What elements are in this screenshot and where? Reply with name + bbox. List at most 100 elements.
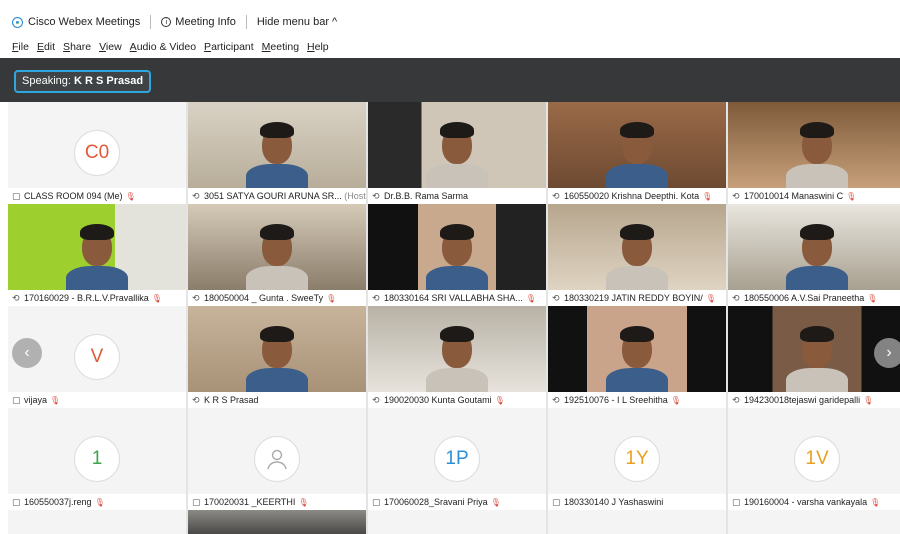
participant-tile[interactable]: 1V ▢ 190160004 - varsha vankayala 🎙 xyxy=(728,408,900,510)
muted-mic-icon: 🎙 xyxy=(490,498,501,507)
participant-name: vijaya xyxy=(24,395,48,405)
menu-view[interactable]: View xyxy=(99,41,122,53)
title-bar: Cisco Webex Meetings i Meeting Info Hide… xyxy=(0,10,900,34)
muted-mic-icon: 🎙 xyxy=(702,192,713,201)
participant-label: ▢ vijaya 🎙 xyxy=(8,392,186,408)
participant-name: 180330164 SRI VALLABHA SHA... xyxy=(384,293,523,303)
audio-connected-icon: ⟲ xyxy=(552,293,560,303)
participant-video xyxy=(548,204,726,296)
audio-connected-icon: ⟲ xyxy=(372,191,380,201)
participant-tile[interactable]: ⟲ 180330164 SRI VALLABHA SHA... 🎙 xyxy=(368,204,546,306)
participant-tile[interactable]: 1 ▢ 160550037j.reng 🎙 xyxy=(8,408,186,510)
person-hair xyxy=(260,122,294,138)
previous-page-icon[interactable]: ‹ xyxy=(12,338,42,368)
muted-mic-icon: 🎙 xyxy=(863,396,874,405)
participant-tile[interactable] xyxy=(8,510,186,534)
menu-bar: File Edit Share View Audio & Video Parti… xyxy=(0,38,900,56)
next-page-icon[interactable]: › xyxy=(874,338,900,368)
participant-tile[interactable]: ▢ 170020031 _KEERTHI 🎙 xyxy=(188,408,366,510)
participant-avatar: 1P xyxy=(434,436,480,482)
menu-edit[interactable]: Edit xyxy=(37,41,55,53)
participant-tile[interactable]: ⟲ 170010014 Manaswini C 🎙 xyxy=(728,102,900,204)
participant-name: 3051 SATYA GOURI ARUNA SR... xyxy=(204,191,342,201)
audio-connected-icon: ⟲ xyxy=(192,395,200,405)
participant-tile[interactable] xyxy=(548,510,726,534)
participant-tile[interactable]: ⟲ 180550006 A.V.Sai Praneetha 🎙 xyxy=(728,204,900,306)
audio-connected-icon: ⟲ xyxy=(192,191,200,201)
participant-name: 170020031 _KEERTHI xyxy=(204,497,296,507)
participant-name: CLASS ROOM 094 (Me) xyxy=(24,191,123,201)
person-hair xyxy=(620,326,654,342)
participant-name: Dr.B.B. Rama Sarma xyxy=(384,191,469,201)
phone-icon: ▢ xyxy=(552,497,561,507)
participant-label: ⟲ K R S Prasad xyxy=(188,392,366,408)
participant-label: ▢ 190160004 - varsha vankayala 🎙 xyxy=(728,494,900,510)
muted-mic-icon: 🎙 xyxy=(494,396,505,405)
participant-video xyxy=(368,204,546,296)
person-hair xyxy=(800,224,834,240)
person-hair xyxy=(260,326,294,342)
participant-label: ⟲ 194230018tejaswi garidepalli 🎙 xyxy=(728,392,900,408)
participant-tile[interactable]: ⟲ 180330219 JATIN REDDY BOYIN/🎙 xyxy=(548,204,726,306)
meeting-info-button[interactable]: i Meeting Info xyxy=(161,16,236,28)
participant-tile[interactable] xyxy=(188,510,366,534)
participant-tile[interactable]: ⟲ 170160029 - B.R.L.V.Pravallika 🎙 xyxy=(8,204,186,306)
person-hair xyxy=(800,122,834,138)
person-hair xyxy=(440,326,474,342)
phone-icon: ▢ xyxy=(12,395,21,405)
audio-connected-icon: ⟲ xyxy=(732,191,740,201)
menu-share[interactable]: Share xyxy=(63,41,91,53)
participant-tile[interactable]: ⟲ 190020030 Kunta Goutami 🎙 xyxy=(368,306,546,408)
participant-label: ⟲ 190020030 Kunta Goutami 🎙 xyxy=(368,392,546,408)
menu-participant[interactable]: Participant xyxy=(204,41,254,53)
person-hair xyxy=(620,122,654,138)
participant-tile[interactable]: ⟲ 160550020 Krishna Deepthi. Kota 🎙 xyxy=(548,102,726,204)
participant-label: ⟲ 192510076 - I L Sreehitha 🎙 xyxy=(548,392,726,408)
participant-label: ▢ CLASS ROOM 094 (Me) 🎙 xyxy=(8,188,186,204)
muted-mic-icon: 🎙 xyxy=(705,294,716,303)
menu-audio-video[interactable]: Audio & Video xyxy=(130,41,196,53)
menu-meeting[interactable]: Meeting xyxy=(262,41,299,53)
participant-video xyxy=(188,306,366,398)
participant-tile[interactable] xyxy=(368,510,546,534)
participant-label: ⟲ Dr.B.B. Rama Sarma xyxy=(368,188,546,204)
participant-avatar: 1V xyxy=(794,436,840,482)
phone-icon: ▢ xyxy=(372,497,381,507)
participant-tile[interactable]: ⟲ Dr.B.B. Rama Sarma xyxy=(368,102,546,204)
muted-mic-icon: 🎙 xyxy=(298,498,309,507)
participant-label: ⟲ 180330219 JATIN REDDY BOYIN/🎙 xyxy=(548,290,726,306)
phone-icon: ▢ xyxy=(12,191,21,201)
participant-name: 170160029 - B.R.L.V.Pravallika xyxy=(24,293,149,303)
muted-mic-icon: 🎙 xyxy=(151,294,162,303)
muted-mic-icon: 🎙 xyxy=(670,396,681,405)
participant-tile[interactable]: ⟲ 192510076 - I L Sreehitha 🎙 xyxy=(548,306,726,408)
menu-help[interactable]: Help xyxy=(307,41,329,53)
muted-mic-icon: 🎙 xyxy=(94,498,105,507)
participant-label: ⟲ 180330164 SRI VALLABHA SHA... 🎙 xyxy=(368,290,546,306)
muted-mic-icon: 🎙 xyxy=(525,294,537,303)
participant-video xyxy=(188,204,366,296)
divider xyxy=(245,15,247,29)
participant-tile[interactable]: 1P ▢ 170060028_Sravani Priya 🎙 xyxy=(368,408,546,510)
participant-tile[interactable]: C0 ▢ CLASS ROOM 094 (Me) 🎙 xyxy=(8,102,186,204)
person-hair xyxy=(260,224,294,240)
participant-video xyxy=(368,306,546,398)
divider xyxy=(150,15,152,29)
participant-label: ▢ 170020031 _KEERTHI 🎙 xyxy=(188,494,366,510)
participant-tile[interactable] xyxy=(728,510,900,534)
participant-tile[interactable]: ⟲ K R S Prasad xyxy=(188,306,366,408)
participant-name: 180550006 A.V.Sai Praneetha xyxy=(744,293,865,303)
participant-tile[interactable]: ⟲ 3051 SATYA GOURI ARUNA SR... (Host) xyxy=(188,102,366,204)
hide-menu-bar-button[interactable]: Hide menu bar ^ xyxy=(257,16,337,28)
speaking-indicator: Speaking: K R S Prasad xyxy=(14,70,152,93)
participant-tile[interactable]: 1Y ▢ 180330140 J Yashaswini xyxy=(548,408,726,510)
participant-label: ⟲ 170160029 - B.R.L.V.Pravallika 🎙 xyxy=(8,290,186,306)
menu-file[interactable]: File xyxy=(12,41,29,53)
muted-mic-icon: 🎙 xyxy=(846,192,857,201)
participant-tile[interactable]: ⟲ 180050004 _ Gunta . SweeTy 🎙 xyxy=(188,204,366,306)
participant-name: 180330140 J Yashaswini xyxy=(564,497,664,507)
person-hair xyxy=(800,326,834,342)
participant-label: ⟲ 180050004 _ Gunta . SweeTy 🎙 xyxy=(188,290,366,306)
speaking-name: K R S Prasad xyxy=(74,75,144,87)
participant-video xyxy=(548,102,726,194)
